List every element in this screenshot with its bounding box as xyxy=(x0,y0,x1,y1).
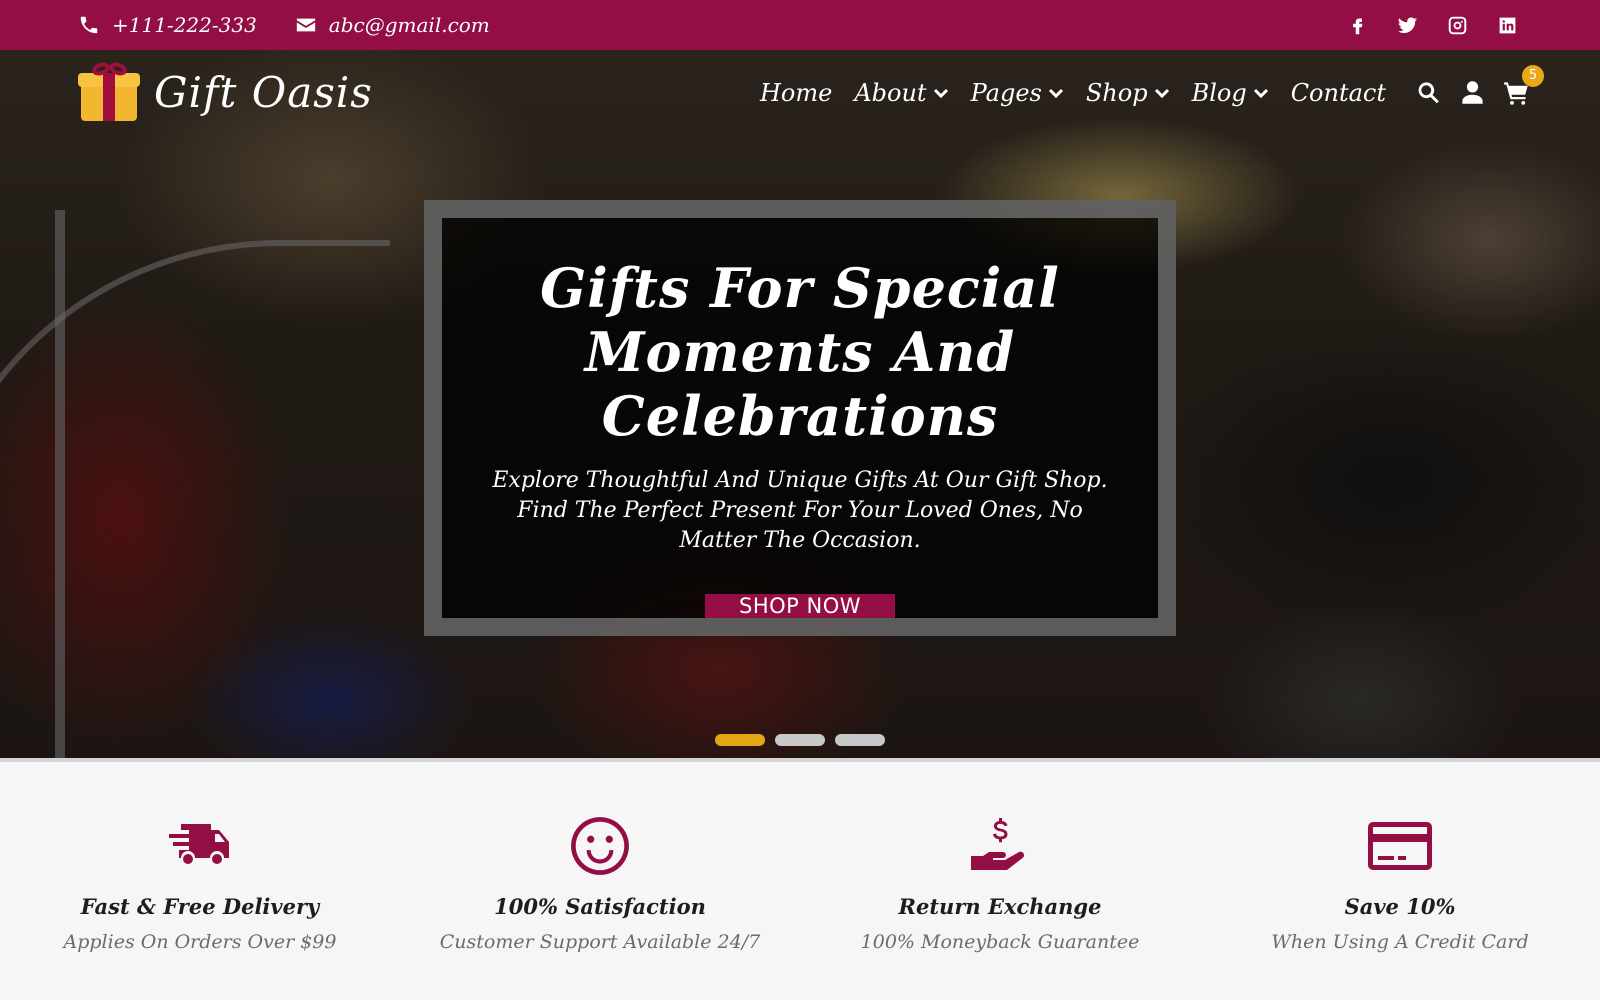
chevron-down-icon xyxy=(1154,88,1169,98)
nav-item-label: Contact xyxy=(1290,78,1386,107)
phone-number: +111-222-333 xyxy=(112,13,257,37)
chevron-down-icon xyxy=(1048,88,1063,98)
search-icon[interactable] xyxy=(1414,79,1442,107)
envelope-icon xyxy=(296,18,315,32)
contact-info: +111-222-333 abc@gmail.com xyxy=(78,13,490,37)
feature-title: Return Exchange xyxy=(898,894,1102,919)
feature-subtitle: Applies On Orders Over $99 xyxy=(63,931,337,953)
phone-contact[interactable]: +111-222-333 xyxy=(78,13,257,37)
brand-name: Gift Oasis xyxy=(154,68,373,117)
smiley-face-icon xyxy=(563,814,637,878)
phone-icon xyxy=(80,16,98,34)
twitter-icon[interactable] xyxy=(1396,14,1418,36)
top-bar: +111-222-333 abc@gmail.com xyxy=(0,0,1600,50)
feature-satisfaction: 100% Satisfaction Customer Support Avail… xyxy=(400,762,800,1000)
site-header: Gift Oasis Home About Pages Shop Blog Co… xyxy=(0,50,1600,135)
nav-item-about[interactable]: About xyxy=(854,79,948,107)
feature-subtitle: When Using A Credit Card xyxy=(1271,931,1529,953)
slider-dot-1[interactable] xyxy=(715,734,765,746)
brand-logo[interactable]: Gift Oasis xyxy=(78,59,373,123)
shop-now-button[interactable]: SHOP NOW xyxy=(705,594,895,618)
facebook-icon[interactable] xyxy=(1346,14,1368,36)
feature-subtitle: 100% Moneyback Guarantee xyxy=(860,931,1140,953)
main-nav: Home About Pages Shop Blog Contact 5 xyxy=(760,64,1544,107)
feature-title: 100% Satisfaction xyxy=(494,894,706,919)
user-icon[interactable] xyxy=(1458,79,1486,107)
feature-title: Fast & Free Delivery xyxy=(80,894,320,919)
social-links xyxy=(1346,14,1518,36)
credit-card-icon xyxy=(1363,814,1437,878)
instagram-icon[interactable] xyxy=(1446,14,1468,36)
feature-subtitle: Customer Support Available 24/7 xyxy=(439,931,761,953)
hero-description: Explore Thoughtful And Unique Gifts At O… xyxy=(492,468,1108,553)
cart-icon[interactable]: 5 xyxy=(1502,64,1544,107)
hero-title: Gifts For Special Moments And Celebratio… xyxy=(540,256,1060,448)
feature-save: Save 10% When Using A Credit Card xyxy=(1200,762,1600,1000)
hero-slider: Gift Oasis Home About Pages Shop Blog Co… xyxy=(0,50,1600,760)
nav-item-home[interactable]: Home xyxy=(760,79,832,107)
feature-title: Save 10% xyxy=(1344,894,1456,919)
cart-count-badge: 5 xyxy=(1522,64,1544,87)
nav-item-label: Blog xyxy=(1191,78,1247,107)
email-address: abc@gmail.com xyxy=(328,13,490,37)
nav-item-label: Pages xyxy=(970,78,1042,107)
nav-item-pages[interactable]: Pages xyxy=(971,79,1064,107)
slider-dot-3[interactable] xyxy=(835,734,885,746)
nav-item-label: About xyxy=(854,78,927,107)
delivery-truck-icon xyxy=(163,814,237,878)
nav-item-contact[interactable]: Contact xyxy=(1291,79,1386,107)
feature-return: Return Exchange 100% Moneyback Guarantee xyxy=(800,762,1200,1000)
slider-dot-2[interactable] xyxy=(775,734,825,746)
chevron-down-icon xyxy=(933,88,948,98)
nav-item-label: Shop xyxy=(1085,78,1148,107)
chevron-down-icon xyxy=(1253,88,1268,98)
hero-slide-card: Gifts For Special Moments And Celebratio… xyxy=(424,200,1176,636)
slider-pagination xyxy=(715,734,885,746)
linkedin-icon[interactable] xyxy=(1496,14,1518,36)
email-contact[interactable]: abc@gmail.com xyxy=(295,13,490,37)
features-strip: Fast & Free Delivery Applies On Orders O… xyxy=(0,762,1600,1000)
gift-box-icon xyxy=(78,59,140,123)
money-hand-icon xyxy=(963,814,1037,878)
nav-item-label: Home xyxy=(759,78,833,107)
nav-item-shop[interactable]: Shop xyxy=(1086,79,1170,107)
header-actions: 5 xyxy=(1414,64,1544,107)
nav-item-blog[interactable]: Blog xyxy=(1192,79,1269,107)
feature-delivery: Fast & Free Delivery Applies On Orders O… xyxy=(0,762,400,1000)
